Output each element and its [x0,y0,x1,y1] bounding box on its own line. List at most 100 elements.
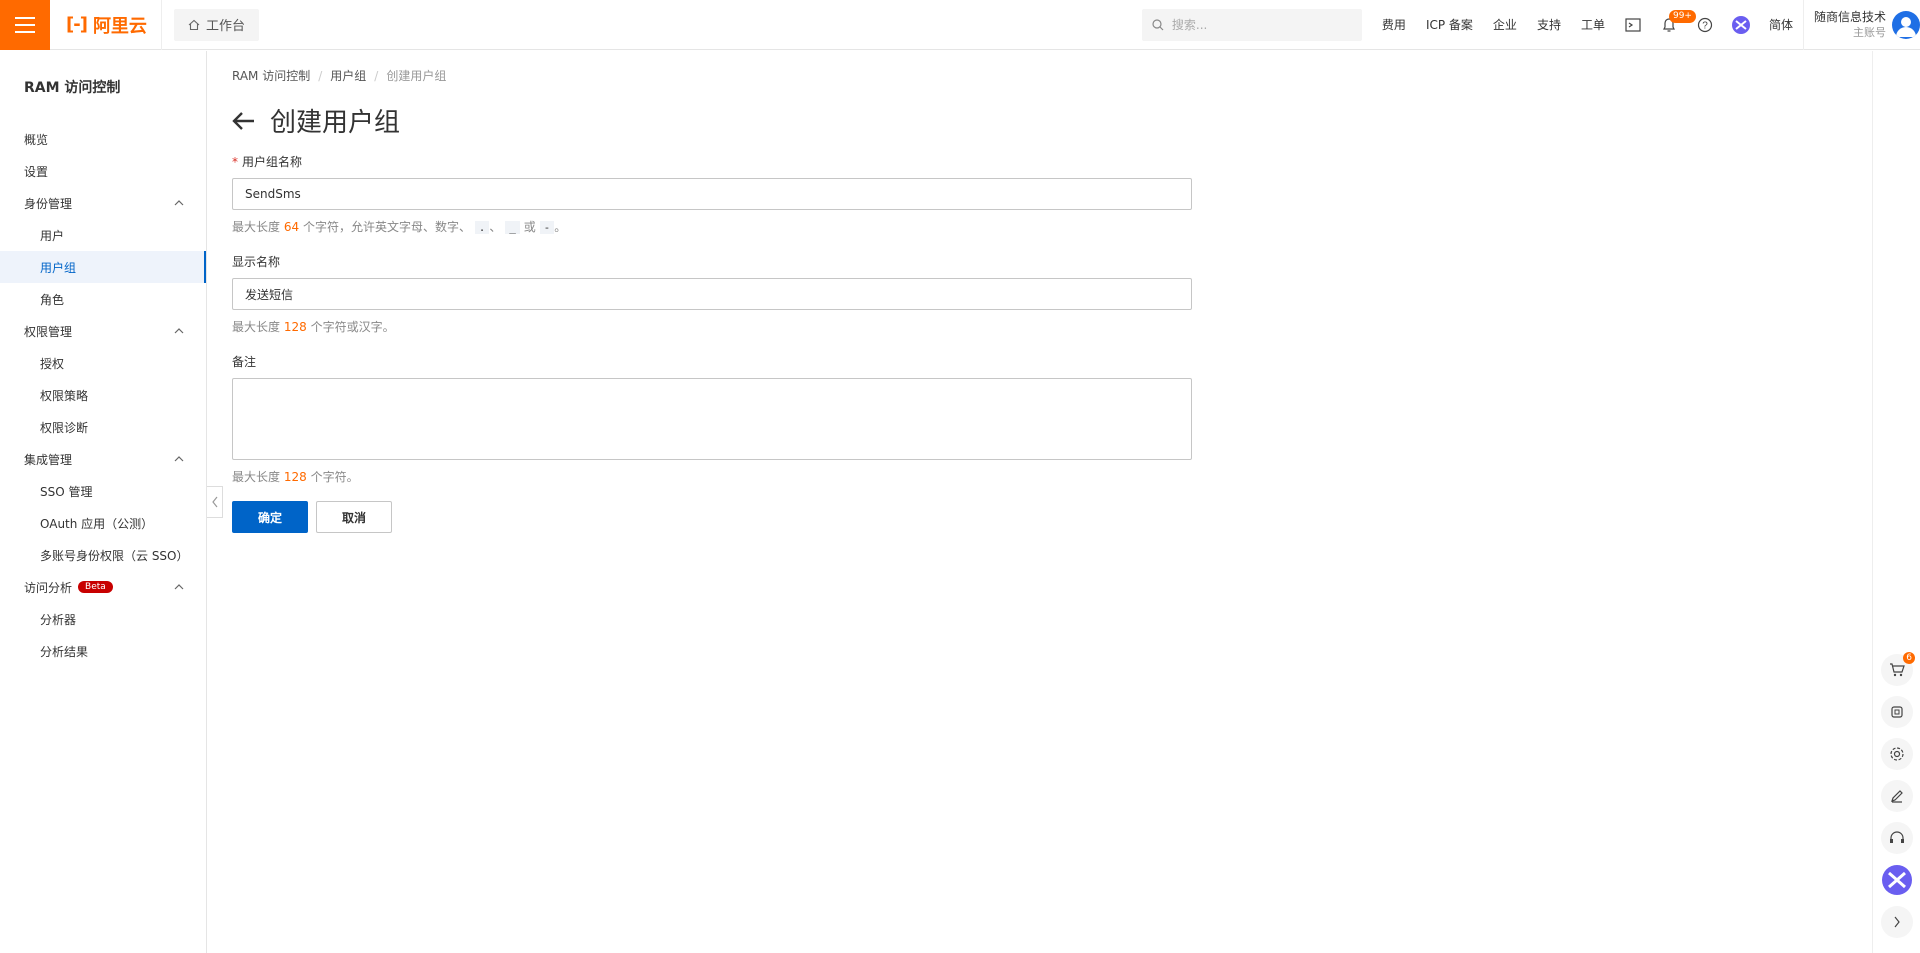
breadcrumb-separator: / [374,68,379,83]
sidebar-item-user-groups[interactable]: 用户组 [0,251,206,283]
display-name-value: 发送短信 [245,287,294,302]
link-icp[interactable]: ICP 备案 [1416,0,1483,50]
search-input[interactable]: 搜索... [1141,8,1362,41]
sidebar-item-sso[interactable]: SSO 管理 [0,475,206,507]
sidebar-item-policies[interactable]: 权限策略 [0,379,206,411]
workbench-label: 工作台 [205,19,245,34]
top-bar: [-] 阿里云 工作台 搜索... 费用 ICP 备案 企业 支持 工单 99+… [0,0,1920,50]
hamburger-icon [15,16,35,33]
svg-text:?: ? [1702,20,1708,31]
back-arrow-icon[interactable] [232,111,256,131]
sidebar-item-label: 权限策略 [40,388,89,403]
aliyun-logo[interactable]: [-] 阿里云 [50,0,162,50]
confirm-button[interactable]: 确定 [232,501,308,533]
link-ticket[interactable]: 工单 [1571,0,1615,50]
link-enterprise[interactable]: 企业 [1483,0,1527,50]
sidebar-group-access-analysis[interactable]: 访问分析 Beta [0,571,206,603]
sidebar-item-label: 多账号身份权限（云 SSO） [40,548,189,563]
logo-text: 阿里云 [92,15,147,37]
sidebar-item-analyzers[interactable]: 分析器 [0,603,206,635]
sidebar-item-grants[interactable]: 授权 [0,347,206,379]
sidebar-item-label: SSO 管理 [40,484,93,499]
sidebar-item-users[interactable]: 用户 [0,219,206,251]
chevron-up-icon [174,200,184,206]
sidebar-group-permissions[interactable]: 权限管理 [0,315,206,347]
sidebar-item-label: 权限诊断 [40,420,89,435]
breadcrumb-user-groups[interactable]: 用户组 [330,67,366,84]
edit-icon[interactable] [1881,780,1913,812]
assistant-icon[interactable] [1881,864,1913,896]
sidebar-item-label: 概览 [24,132,49,147]
code-dash: - [539,221,555,234]
display-name-input[interactable]: 发送短信 [232,278,1192,310]
sidebar-item-label: 集成管理 [24,452,73,467]
cart-badge: 6 [1903,652,1915,664]
sidebar-item-label: 身份管理 [24,196,73,211]
sidebar-item-label: 角色 [40,292,65,307]
headset-icon[interactable] [1881,822,1913,854]
search-icon [1152,18,1164,30]
chevron-up-icon [174,328,184,334]
group-name-label: * 用户组名称 [232,155,303,169]
sidebar-item-overview[interactable]: 概览 [0,123,206,155]
sidebar-item-label: OAuth 应用（公测） [40,516,154,531]
sidebar-item-label: 分析器 [40,612,77,627]
sidebar-item-label: 分析结果 [40,644,89,659]
group-name-help: 最大长度 64 个字符，允许英文字母、数字、 .、 _ 或 -。 [232,220,567,234]
required-mark: * [232,155,238,169]
user-name: 随商信息技术 [1813,9,1886,24]
cart-icon[interactable]: 6 [1881,652,1915,686]
cloud-shell-icon[interactable] [1615,0,1651,50]
chevron-up-icon [174,584,184,590]
aliyun-logo-mark-icon: [-] [66,14,88,35]
sidebar-item-oauth[interactable]: OAuth 应用（公测） [0,507,206,539]
workbench-button[interactable]: 工作台 [173,8,259,41]
chevron-up-icon [174,456,184,462]
chip-icon[interactable] [1881,696,1913,728]
breadcrumb-current: 创建用户组 [386,69,447,83]
sidebar-group-integration[interactable]: 集成管理 [0,443,206,475]
cancel-button[interactable]: 取消 [316,501,392,533]
remark-label: 备注 [232,355,257,369]
remark-textarea[interactable] [232,378,1192,460]
avatar [1892,10,1920,39]
breadcrumb-separator: / [318,68,323,83]
sidebar-item-analysis-results[interactable]: 分析结果 [0,635,206,667]
display-name-help: 最大长度 128 个字符或汉字。 [232,320,395,334]
notification-bell-icon[interactable]: 99+ [1651,0,1696,50]
create-group-form: * 用户组名称 SendSms 最大长度 64 个字符，允许英文字母、数字、 .、… [232,153,1192,533]
link-support[interactable]: 支持 [1527,0,1571,50]
chevron-right-icon[interactable] [1881,906,1913,938]
sidebar-item-label: 用户 [40,228,65,243]
sidebar-item-roles[interactable]: 角色 [0,283,206,315]
sidebar: RAM 访问控制 概览 设置 身份管理 用户 用户组 角色 权限管理 授权 权限… [0,51,207,953]
breadcrumb: RAM 访问控制 / 用户组 / 创建用户组 [232,67,1872,84]
page-title: 创建用户组 [270,108,401,138]
sidebar-group-identity[interactable]: 身份管理 [0,187,206,219]
chevron-left-icon [211,496,217,508]
menu-button[interactable] [0,0,50,50]
sidebar-item-settings[interactable]: 设置 [0,155,206,187]
settings-icon[interactable] [1881,738,1913,770]
user-menu[interactable]: 随商信息技术 主账号 [1802,0,1920,50]
sidebar-item-label: 设置 [24,164,49,179]
search-placeholder: 搜索... [1171,18,1208,32]
right-rail: 6 [1872,51,1920,953]
language-switch[interactable]: 简体 [1759,0,1803,50]
sidebar-item-diagnosis[interactable]: 权限诊断 [0,411,206,443]
assistant-icon[interactable] [1723,0,1759,50]
breadcrumb-ram[interactable]: RAM 访问控制 [232,67,310,84]
sidebar-item-label: 访问分析 [24,580,73,595]
user-account-type: 主账号 [1853,25,1886,39]
group-name-input[interactable]: SendSms [232,178,1192,210]
display-name-label: 显示名称 [232,255,281,269]
sidebar-item-label: 用户组 [40,260,77,275]
sidebar-item-label: 授权 [40,356,65,371]
help-icon[interactable]: ? [1687,0,1723,50]
sidebar-item-cloud-sso[interactable]: 多账号身份权限（云 SSO） [0,539,206,571]
code-underscore: _ [505,221,520,234]
link-billing[interactable]: 费用 [1372,0,1416,50]
remark-help: 最大长度 128 个字符。 [232,470,359,484]
sidebar-title: RAM 访问控制 [24,80,121,96]
sidebar-collapse-button[interactable] [207,486,223,518]
